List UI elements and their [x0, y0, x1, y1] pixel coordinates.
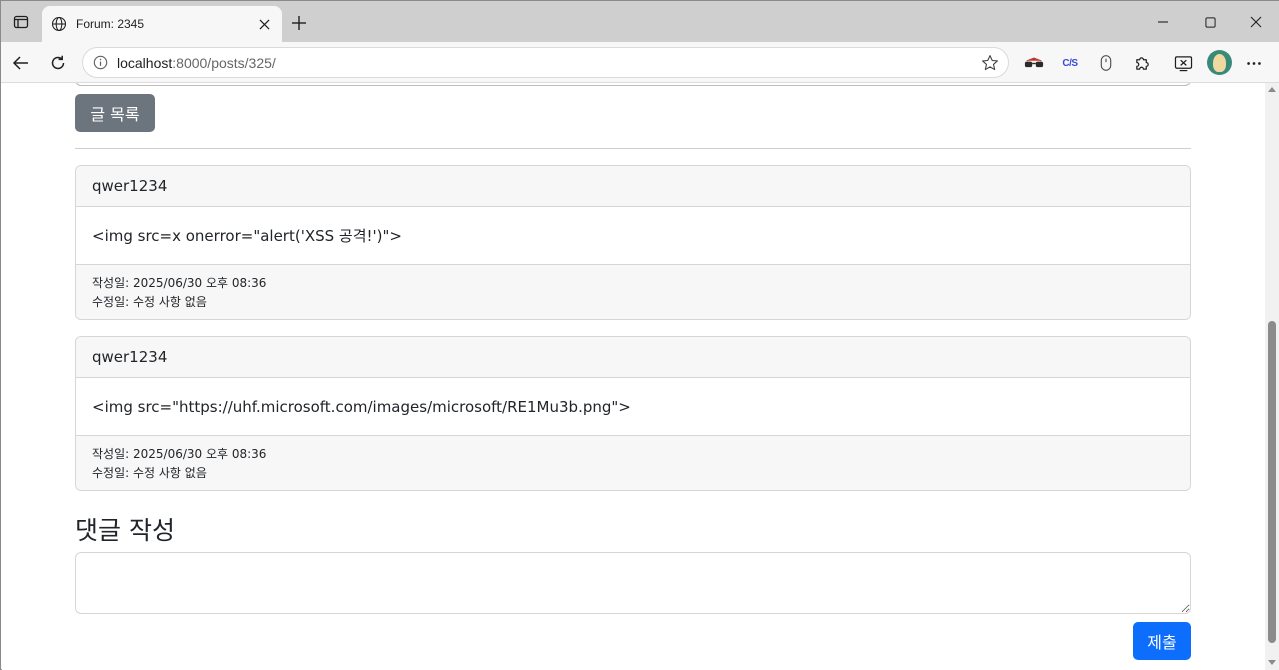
url-path: :8000/posts/325/ — [172, 54, 276, 71]
close-window-icon[interactable] — [1242, 9, 1270, 35]
comment-body: <img src="https://uhf.microsoft.com/imag… — [92, 397, 631, 416]
tab-actions-icon[interactable] — [10, 11, 32, 33]
post-list-button[interactable]: 글 목록 — [75, 94, 155, 132]
url-text: localhost:8000/posts/325/ — [117, 55, 276, 71]
comment-created-line: 작성일: 2025/06/30 오후 08:36 — [92, 445, 1174, 464]
divider — [75, 148, 1191, 149]
puzzle-icon[interactable] — [1130, 51, 1154, 75]
new-tab-plus-icon[interactable] — [288, 12, 310, 34]
maximize-icon[interactable] — [1196, 9, 1224, 35]
created-value: 2025/06/30 오후 08:36 — [132, 276, 267, 290]
modified-label: 수정일: — [92, 466, 133, 480]
comment-author: qwer1234 — [76, 337, 1190, 378]
cjs-extension-icon[interactable]: C/S — [1058, 51, 1082, 75]
more-options-icon[interactable] — [1242, 51, 1266, 75]
favorite-star-icon[interactable] — [980, 53, 1000, 73]
site-info-icon[interactable] — [91, 54, 109, 72]
globe-icon — [50, 15, 68, 33]
comment-author: qwer1234 — [76, 166, 1190, 207]
comment-card: qwer1234 <img src="https://uhf.microsoft… — [75, 336, 1191, 491]
scroll-up-arrow-icon[interactable] — [1268, 87, 1276, 92]
modified-value: 수정 사항 없음 — [132, 295, 207, 309]
submit-button[interactable]: 제출 — [1133, 622, 1191, 660]
comment-textarea[interactable] — [75, 552, 1191, 614]
profile-avatar[interactable] — [1207, 50, 1232, 75]
scrollbar-thumb[interactable] — [1268, 321, 1276, 643]
address-bar[interactable]: localhost:8000/posts/325/ — [82, 47, 1009, 78]
created-value: 2025/06/30 오후 08:36 — [132, 447, 267, 461]
incognito-glasses-icon[interactable] — [1022, 51, 1046, 75]
tab-title: Forum: 2345 — [76, 17, 145, 31]
back-arrow-icon[interactable] — [7, 49, 35, 77]
post-content-box-edge — [75, 83, 1191, 86]
created-label: 작성일: — [92, 276, 133, 290]
url-host: localhost — [117, 54, 173, 71]
browser-window: Forum: 2345 localhost:8000/posts/325/ C/… — [0, 0, 1279, 670]
avatar-face — [1213, 54, 1226, 72]
screenshot-icon[interactable] — [1171, 51, 1195, 75]
comment-modified-line: 수정일: 수정 사항 없음 — [92, 464, 1174, 483]
mouse-icon[interactable] — [1094, 51, 1118, 75]
browser-toolbar: localhost:8000/posts/325/ C/S — [1, 42, 1279, 83]
page-viewport: 글 목록 qwer1234 <img src=x onerror="alert(… — [2, 83, 1265, 670]
tab-bar: Forum: 2345 — [1, 1, 1279, 42]
tab-active[interactable]: Forum: 2345 — [42, 6, 282, 42]
modified-value: 수정 사항 없음 — [132, 466, 207, 480]
refresh-icon[interactable] — [44, 49, 72, 77]
created-label: 작성일: — [92, 447, 133, 461]
comment-modified-line: 수정일: 수정 사항 없음 — [92, 293, 1174, 312]
comment-card: qwer1234 <img src=x onerror="alert('XSS … — [75, 165, 1191, 320]
comment-body: <img src=x onerror="alert('XSS 공격!')"> — [92, 227, 402, 245]
modified-label: 수정일: — [92, 295, 133, 309]
close-tab-icon[interactable] — [256, 16, 272, 32]
comment-meta: 작성일: 2025/06/30 오후 08:36 수정일: 수정 사항 없음 — [76, 264, 1190, 319]
scroll-down-arrow-icon[interactable] — [1268, 660, 1276, 665]
comment-meta: 작성일: 2025/06/30 오후 08:36 수정일: 수정 사항 없음 — [76, 435, 1190, 490]
comment-form-title: 댓글 작성 — [75, 516, 175, 545]
comment-created-line: 작성일: 2025/06/30 오후 08:36 — [92, 274, 1174, 293]
page-scrollbar[interactable] — [1265, 83, 1279, 670]
minimize-icon[interactable] — [1149, 9, 1177, 35]
